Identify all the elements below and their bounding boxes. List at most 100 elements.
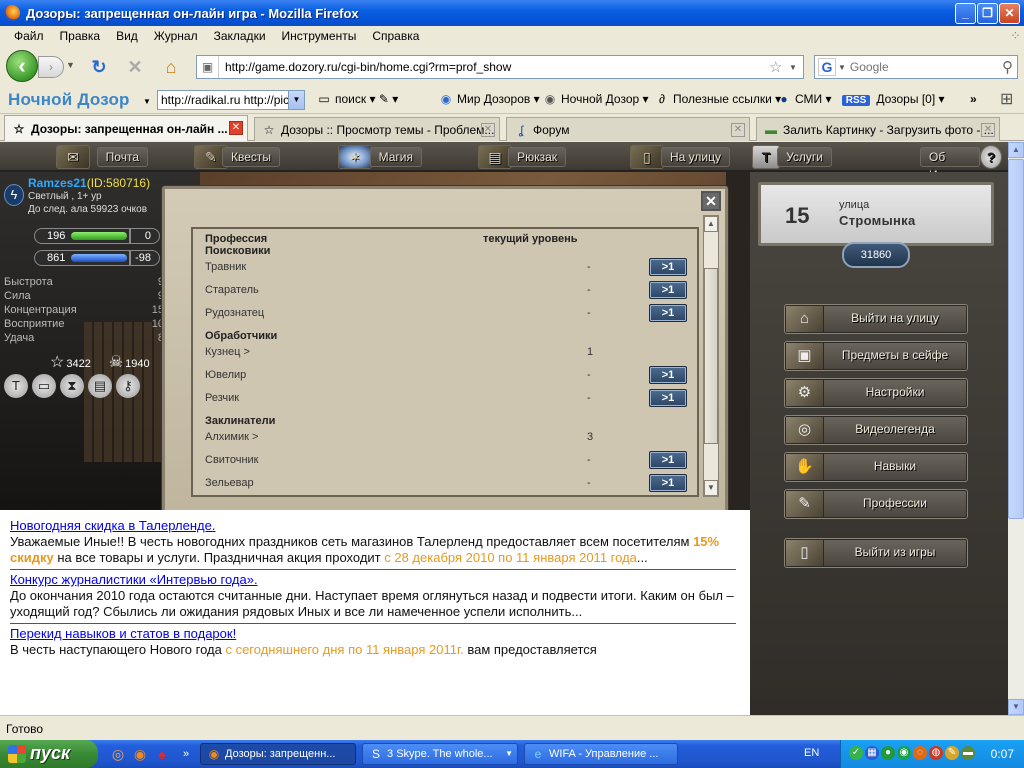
scroll-up-icon[interactable]: ▲ [1008,142,1024,158]
learn-profession-button[interactable]: >1 [649,281,687,299]
dialog-close-button[interactable]: ✕ [701,191,721,211]
menu-tools[interactable]: Инструменты [274,29,365,43]
nav-mail-button[interactable]: ✉ Почта [52,144,148,170]
nav-about-game-button[interactable]: Об Игре ? [920,144,1004,182]
nav-magic-button[interactable]: ✶ Магия [334,144,422,170]
page-scrollbar[interactable]: ▲ ▼ [1008,142,1024,715]
wallet-icon[interactable]: ▭ [32,374,56,398]
talents-icon[interactable]: T [4,374,28,398]
back-button[interactable]: ‹ [6,50,38,82]
url-dropdown-icon[interactable]: ▼ [789,63,803,72]
bookmark-mir-dozorov[interactable]: ◉ Мир Дозоров ▾ [438,92,540,106]
bookmark-combo-box[interactable]: http://radikal.ru http://pic ▼ [157,90,305,110]
task-group-dropdown-icon[interactable]: ▼ [505,744,513,764]
close-tab-icon[interactable]: ✕ [229,121,243,135]
search-bar[interactable]: G ▼ ⚲ [814,55,1018,79]
google-icon[interactable]: G [818,58,836,76]
bookmark-night-watch[interactable]: ◉ Ночной Дозор ▾ [542,92,649,106]
quicklaunch-overflow-icon[interactable]: » [178,746,194,762]
news-title-link[interactable]: Перекид навыков и статов в подарок! [10,626,740,641]
action-street-button[interactable]: ⌂ Выйти на улицу [784,304,968,334]
quicklaunch-icon[interactable]: ♠ [154,746,170,762]
minimize-button[interactable]: _ [955,3,976,24]
tab-dozory-game[interactable]: ☆ Дозоры: запрещенная он-лайн ... ✕ [4,115,248,141]
hourglass-icon[interactable]: ⧗ [60,374,84,398]
search-icon[interactable]: ⚲ [1002,58,1013,76]
learn-profession-button[interactable]: >1 [649,258,687,276]
bookmark-media[interactable]: ● СМИ ▾ [776,92,831,106]
scroll-thumb[interactable] [704,268,718,444]
taskbar-task[interactable]: ◉ Дозоры: запрещенн... [200,743,356,765]
nav-outside-button[interactable]: ▯ На улицу [626,144,730,170]
language-indicator[interactable]: EN [804,747,819,759]
new-tab-icon[interactable]: ⊞ [1000,89,1013,109]
stop-icon[interactable]: ✕ [124,56,146,78]
scroll-up-icon[interactable]: ▲ [704,216,718,232]
action-hand-button[interactable]: ✋ Навыки [784,452,968,482]
bookmark-search[interactable]: ▭ поиск ▾ ✎ ▾ [316,92,398,106]
search-input[interactable] [849,60,980,74]
close-tab-icon[interactable]: ✕ [981,123,995,137]
keys-icon[interactable]: ⚷ [116,374,140,398]
start-button[interactable]: пуск [0,740,98,768]
learn-profession-button[interactable]: >1 [649,474,687,492]
menu-bookmarks[interactable]: Закладки [206,29,274,43]
nav-services-button[interactable]: T Услуги [748,144,832,170]
action-gears-button[interactable]: ⚙ Настройки [784,378,968,408]
tab-forum-topic[interactable]: ☆ Дозоры :: Просмотр темы - Проблем... ✕ [254,117,500,141]
nightwatch-brand[interactable]: Ночной Дозор [8,90,130,110]
profession-name[interactable]: Кузнец > [205,346,483,358]
close-tab-icon[interactable]: ✕ [481,123,495,137]
firefox-quicklaunch-icon[interactable]: ◉ [132,746,148,762]
character-name[interactable]: Ramzes21(ID:580716) [28,176,150,190]
nav-backpack-button[interactable]: ▤ Рюкзак [474,144,566,170]
quicklaunch-icon[interactable]: ◎ [110,746,126,762]
menu-help[interactable]: Справка [364,29,427,43]
combo-dropdown-icon[interactable]: ▼ [288,91,304,109]
action-exit-button[interactable]: ▯ Выйти из игры [784,538,968,568]
reload-icon[interactable]: ↻ [88,56,110,78]
nav-quests-button[interactable]: ✎ Квесты [190,144,280,170]
tool-icon[interactable]: ✎ [945,746,959,760]
home-icon[interactable]: ⌂ [160,56,182,78]
menu-view[interactable]: Вид [108,29,146,43]
bookmark-star-icon[interactable]: ☆ [769,58,789,76]
scroll-down-icon[interactable]: ▼ [704,480,718,496]
menu-edit[interactable]: Правка [52,29,109,43]
antivirus-icon[interactable]: ● [881,746,895,760]
learn-profession-button[interactable]: >1 [649,304,687,322]
scroll-down-icon[interactable]: ▼ [1008,699,1024,715]
action-film-button[interactable]: ◎ Видеолегенда [784,415,968,445]
taskbar-task[interactable]: e WIFA - Управление ... [524,743,678,765]
update-icon[interactable]: ◌ [913,746,927,760]
close-tab-icon[interactable]: ✕ [731,123,745,137]
tab-forum[interactable]: ʆ Форум ✕ [506,117,750,141]
document-icon[interactable]: ▤ [88,374,112,398]
network-icon[interactable]: ▦ [865,746,879,760]
drive-icon[interactable]: ▬ [961,746,975,760]
search-engine-dropdown-icon[interactable]: ▼ [838,63,846,72]
action-safe-button[interactable]: ▣ Предметы в сейфе [784,341,968,371]
menu-file[interactable]: Файл [6,29,52,43]
check-icon[interactable]: ✓ [849,746,863,760]
history-dropdown[interactable]: ▼ [66,60,75,70]
dialog-scrollbar[interactable]: ▲ ▼ [703,215,719,497]
bookmark-dozory-rss[interactable]: RSS Дозоры [0] ▾ [842,92,945,106]
brand-dropdown-icon[interactable]: ▼ [143,97,151,106]
taskbar-task[interactable]: S3 Skype. The whole... ▼ [362,743,518,765]
url-bar[interactable]: ▣ http://game.dozory.ru/cgi-bin/home.cgi… [196,55,804,79]
maximize-button[interactable]: ❐ [977,3,998,24]
action-professions-button[interactable]: ✎ Профессии [784,489,968,519]
news-title-link[interactable]: Конкурс журналистики «Интервью года». [10,572,740,587]
learn-profession-button[interactable]: >1 [649,451,687,469]
alert-icon[interactable]: ◍ [929,746,943,760]
scroll-thumb[interactable] [1008,159,1024,519]
url-text[interactable]: http://game.dozory.ru/cgi-bin/home.cgi?r… [225,60,769,74]
status-icon[interactable]: ◉ [897,746,911,760]
close-button[interactable]: ✕ [999,3,1020,24]
profession-name[interactable]: Алхимик > [205,431,483,443]
menu-history[interactable]: Журнал [146,29,206,43]
bookmarks-overflow[interactable]: » [970,92,977,106]
site-identity-icon[interactable]: ▣ [197,56,219,78]
learn-profession-button[interactable]: >1 [649,366,687,384]
